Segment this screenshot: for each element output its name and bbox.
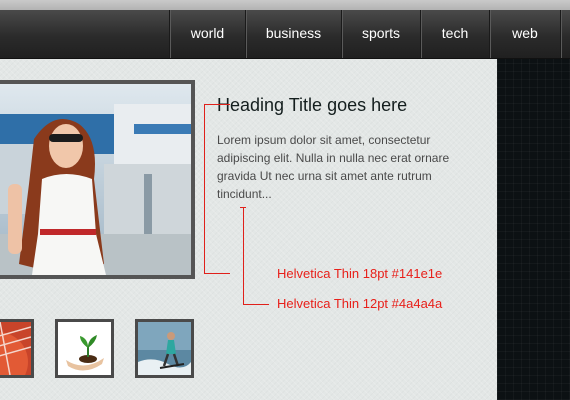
featured-photo-image bbox=[0, 84, 191, 275]
article-body: Lorem ipsum dolor sit amet, consectetur … bbox=[217, 133, 450, 201]
top-navigation-bar: world business sports tech web bbox=[0, 10, 570, 59]
nav-item-tech[interactable]: tech bbox=[420, 10, 489, 58]
thumbnail-kitesurf[interactable] bbox=[135, 319, 194, 378]
thumbnail-plant[interactable] bbox=[55, 319, 114, 378]
featured-photo[interactable] bbox=[0, 80, 195, 279]
nav-item-world[interactable]: world bbox=[169, 10, 245, 58]
heading-font-spec-annotation: Helvetica Thin 18pt #141e1e bbox=[277, 266, 443, 281]
heading-annotation-bracket bbox=[204, 104, 230, 274]
nav-item-more[interactable] bbox=[560, 10, 570, 58]
kitesurfer-image bbox=[138, 322, 191, 375]
body-font-spec-annotation: Helvetica Thin 12pt #4a4a4a bbox=[277, 296, 443, 311]
nav-item-web[interactable]: web bbox=[489, 10, 560, 58]
tennis-ball-image bbox=[0, 322, 31, 375]
plant-in-hands-image bbox=[58, 322, 111, 375]
thumbnail-tennis[interactable] bbox=[0, 319, 34, 378]
browser-top-strip bbox=[0, 0, 570, 10]
body-annotation-bracket bbox=[243, 207, 269, 305]
nav-menu: world business sports tech web bbox=[169, 10, 570, 58]
nav-item-sports[interactable]: sports bbox=[341, 10, 420, 58]
article-heading: Heading Title goes here bbox=[217, 95, 408, 115]
right-sidebar bbox=[497, 59, 570, 400]
nav-item-business[interactable]: business bbox=[245, 10, 341, 58]
